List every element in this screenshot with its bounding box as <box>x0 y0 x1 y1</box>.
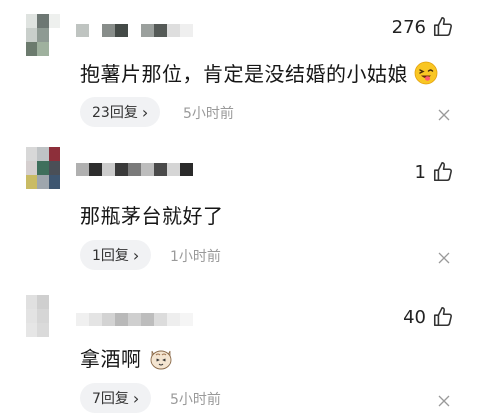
comment-text: 抱薯片那位，肯定是没结婚的小姑娘 <box>80 58 438 87</box>
reply-button[interactable]: 23回复 › <box>80 97 161 127</box>
chevron-right-icon: › <box>141 102 149 122</box>
comment-text-content: 抱薯片那位，肯定是没结婚的小姑娘 <box>80 62 408 86</box>
avatar-pixel <box>48 175 60 189</box>
like-button[interactable]: 276 <box>392 16 454 38</box>
winking-tongue-face-emoji-icon <box>414 61 438 85</box>
avatar-pixel <box>26 28 38 42</box>
username-pixel <box>141 313 154 326</box>
close-icon[interactable] <box>438 249 450 264</box>
like-count: 276 <box>391 16 426 38</box>
avatar-pixel <box>37 309 49 323</box>
username-pixel <box>89 313 102 326</box>
avatar-pixel <box>48 309 60 323</box>
username-pixel <box>154 313 167 326</box>
username-pixel <box>76 24 89 37</box>
comment-text-content: 那瓶茅台就好了 <box>80 204 224 228</box>
comment-text-content: 拿酒啊 <box>80 347 142 371</box>
reply-count-label: 1回复 <box>92 248 129 264</box>
avatar-pixel <box>37 295 49 309</box>
username-pixel <box>89 24 102 37</box>
username-pixel <box>128 24 141 37</box>
username-pixel <box>76 313 89 326</box>
comment-text: 拿酒啊 <box>80 343 174 372</box>
username-pixel <box>76 163 89 176</box>
username-pixel <box>141 24 154 37</box>
like-button[interactable]: 1 <box>415 161 454 183</box>
avatar-pixel <box>26 42 38 56</box>
avatar-pixel <box>26 309 38 323</box>
avatar-pixel <box>26 14 38 28</box>
avatar[interactable] <box>26 295 60 337</box>
username-pixel <box>89 163 102 176</box>
username-pixel <box>154 163 167 176</box>
username[interactable] <box>76 163 193 176</box>
username-pixel <box>141 163 154 176</box>
avatar-pixel <box>37 14 49 28</box>
avatar-pixel <box>37 323 49 337</box>
avatar-pixel <box>37 147 49 161</box>
timestamp: 5小时前 <box>183 106 234 122</box>
like-count: 1 <box>414 161 426 183</box>
username-pixel <box>128 313 141 326</box>
username-pixel <box>180 313 193 326</box>
avatar-pixel <box>26 175 38 189</box>
username-pixel <box>102 313 115 326</box>
avatar[interactable] <box>26 14 60 56</box>
avatar-pixel <box>37 161 49 175</box>
avatar-pixel <box>48 14 60 28</box>
avatar[interactable] <box>26 147 60 189</box>
username-pixel <box>102 163 115 176</box>
reply-count-label: 23回复 <box>92 105 138 121</box>
thumbs-up-icon <box>432 16 454 38</box>
username-pixel <box>115 163 128 176</box>
username-pixel <box>167 24 180 37</box>
avatar-pixel <box>26 295 38 309</box>
avatar-pixel <box>48 42 60 56</box>
avatar-pixel <box>48 295 60 309</box>
thumbs-up-icon <box>432 306 454 328</box>
thumbs-up-icon <box>432 161 454 183</box>
avatar-pixel <box>26 147 38 161</box>
username-pixel <box>128 163 141 176</box>
reply-button[interactable]: 1回复 › <box>80 240 152 270</box>
username-pixel <box>115 313 128 326</box>
close-icon[interactable] <box>438 392 450 407</box>
username-pixel <box>180 24 193 37</box>
avatar-pixel <box>48 161 60 175</box>
cat-face-emoji-icon <box>148 345 174 371</box>
chevron-right-icon: › <box>132 245 140 265</box>
reply-button[interactable]: 7回复 › <box>80 383 152 413</box>
avatar-pixel <box>48 28 60 42</box>
comment-text: 那瓶茅台就好了 <box>80 200 224 229</box>
username[interactable] <box>76 313 193 326</box>
like-button[interactable]: 40 <box>403 306 454 328</box>
username-pixel <box>115 24 128 37</box>
avatar-pixel <box>26 323 38 337</box>
avatar-pixel <box>37 175 49 189</box>
close-icon[interactable] <box>438 106 450 121</box>
username-pixel <box>102 24 115 37</box>
like-count: 40 <box>403 306 426 328</box>
avatar-pixel <box>37 28 49 42</box>
username-pixel <box>154 24 167 37</box>
username-pixel <box>167 163 180 176</box>
username-pixel <box>167 313 180 326</box>
avatar-pixel <box>26 161 38 175</box>
avatar-pixel <box>37 42 49 56</box>
chevron-right-icon: › <box>132 388 140 408</box>
username-pixel <box>180 163 193 176</box>
avatar-pixel <box>48 323 60 337</box>
timestamp: 5小时前 <box>170 392 221 408</box>
timestamp: 1小时前 <box>170 249 221 265</box>
reply-count-label: 7回复 <box>92 391 129 407</box>
avatar-pixel <box>48 147 60 161</box>
username[interactable] <box>76 24 193 37</box>
